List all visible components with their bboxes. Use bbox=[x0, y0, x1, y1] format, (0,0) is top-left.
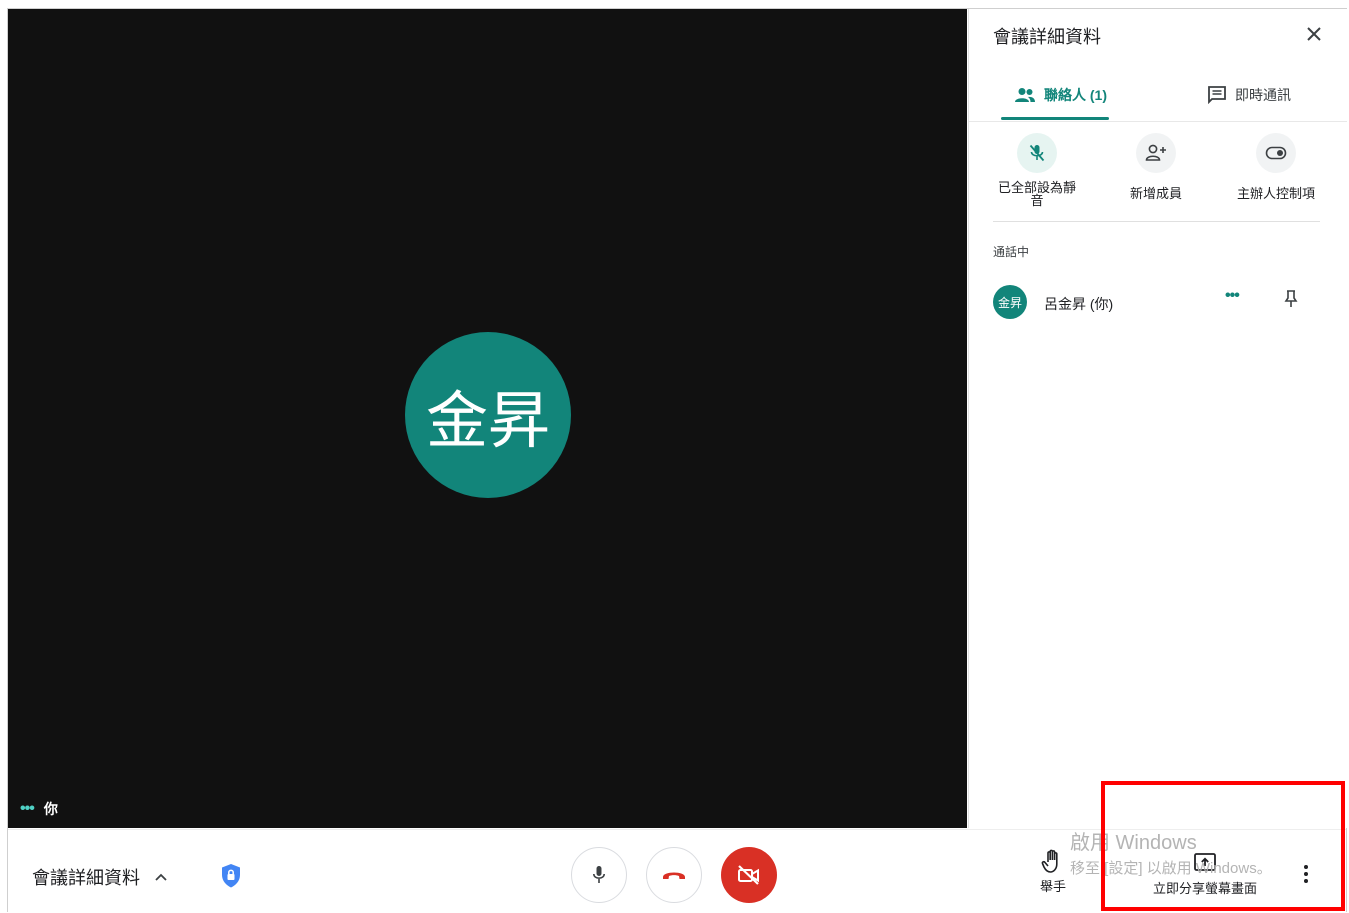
participant-avatar: 金昇 bbox=[993, 285, 1027, 319]
meeting-details-button[interactable]: 會議詳細資料 bbox=[32, 864, 168, 890]
audio-indicator-icon: ••• bbox=[20, 800, 35, 817]
add-member-action[interactable]: 新增成員 bbox=[1096, 133, 1216, 200]
hang-up-button[interactable] bbox=[646, 847, 702, 903]
add-person-icon bbox=[1145, 144, 1166, 161]
panel-title: 會議詳細資料 bbox=[993, 27, 1101, 47]
meeting-details-label: 會議詳細資料 bbox=[32, 868, 140, 888]
participant-more-icon[interactable]: ••• bbox=[1225, 287, 1240, 305]
microphone-button[interactable] bbox=[571, 847, 627, 903]
camera-off-button[interactable] bbox=[721, 847, 777, 903]
panel-divider bbox=[993, 221, 1320, 222]
self-name: 你 bbox=[43, 801, 58, 817]
video-stage: 金昇 ••• 你 bbox=[8, 9, 967, 828]
hand-icon bbox=[1041, 849, 1058, 873]
pin-icon[interactable] bbox=[1283, 289, 1299, 314]
security-button[interactable] bbox=[213, 858, 249, 894]
participant-name: 呂金昇 (你) bbox=[1044, 296, 1114, 312]
mute-all-button[interactable] bbox=[1017, 133, 1057, 173]
tab-people[interactable]: 聯絡人 (1) bbox=[1014, 71, 1107, 119]
shield-lock-icon bbox=[222, 864, 240, 888]
hang-up-icon bbox=[663, 872, 685, 879]
host-controls-button[interactable] bbox=[1256, 133, 1296, 173]
close-icon bbox=[1307, 27, 1321, 41]
people-actions: 已全部設為靜音 新增成員 主辦人控制項 bbox=[969, 133, 1347, 221]
host-controls-action[interactable]: 主辦人控制項 bbox=[1216, 133, 1336, 200]
raise-hand-button[interactable]: 舉手 bbox=[1038, 848, 1068, 895]
present-now-label: 立即分享螢幕畫面 bbox=[1152, 881, 1257, 896]
mute-all-action[interactable]: 已全部設為靜音 bbox=[977, 133, 1097, 207]
add-member-button[interactable] bbox=[1136, 133, 1176, 173]
more-vert-icon bbox=[1304, 865, 1308, 883]
close-panel-button[interactable] bbox=[1299, 19, 1329, 49]
present-now-button[interactable]: 立即分享螢幕畫面 bbox=[1140, 852, 1270, 897]
add-member-label: 新增成員 bbox=[1129, 186, 1182, 201]
participant-avatar-large: 金昇 bbox=[405, 332, 571, 498]
microphone-icon bbox=[593, 866, 605, 883]
mic-off-icon bbox=[1029, 144, 1045, 162]
raise-hand-label: 舉手 bbox=[1039, 879, 1066, 894]
chevron-up-icon bbox=[155, 873, 167, 881]
self-tile-label: ••• 你 bbox=[20, 799, 58, 819]
tab-chat[interactable]: 即時通訊 bbox=[1207, 71, 1291, 119]
host-controls-label: 主辦人控制項 bbox=[1236, 186, 1315, 201]
chat-icon bbox=[1208, 86, 1226, 104]
camera-off-icon bbox=[738, 865, 759, 885]
toggle-icon bbox=[1265, 146, 1287, 160]
panel-tabs: 聯絡人 (1) 即時通訊 bbox=[969, 71, 1347, 122]
people-icon bbox=[1015, 88, 1035, 102]
meeting-details-panel: 會議詳細資料 聯絡人 (1) 即時通訊 已全部設為靜音 新增成員 主辦人控制項 … bbox=[968, 9, 1347, 828]
participant-row[interactable]: 金昇 呂金昇 (你) ••• bbox=[993, 285, 1323, 319]
present-screen-icon bbox=[1194, 853, 1216, 871]
tab-people-label: 聯絡人 (1) bbox=[1044, 87, 1107, 103]
mute-all-label: 已全部設為靜音 bbox=[997, 180, 1076, 208]
tab-chat-label: 即時通訊 bbox=[1235, 87, 1291, 103]
bottom-toolbar: 會議詳細資料 舉手 立即分享螢幕畫面 bbox=[8, 829, 1346, 913]
active-tab-indicator bbox=[1001, 117, 1109, 120]
in-call-section-label: 通話中 bbox=[993, 245, 1030, 259]
more-options-button[interactable] bbox=[1302, 864, 1310, 889]
